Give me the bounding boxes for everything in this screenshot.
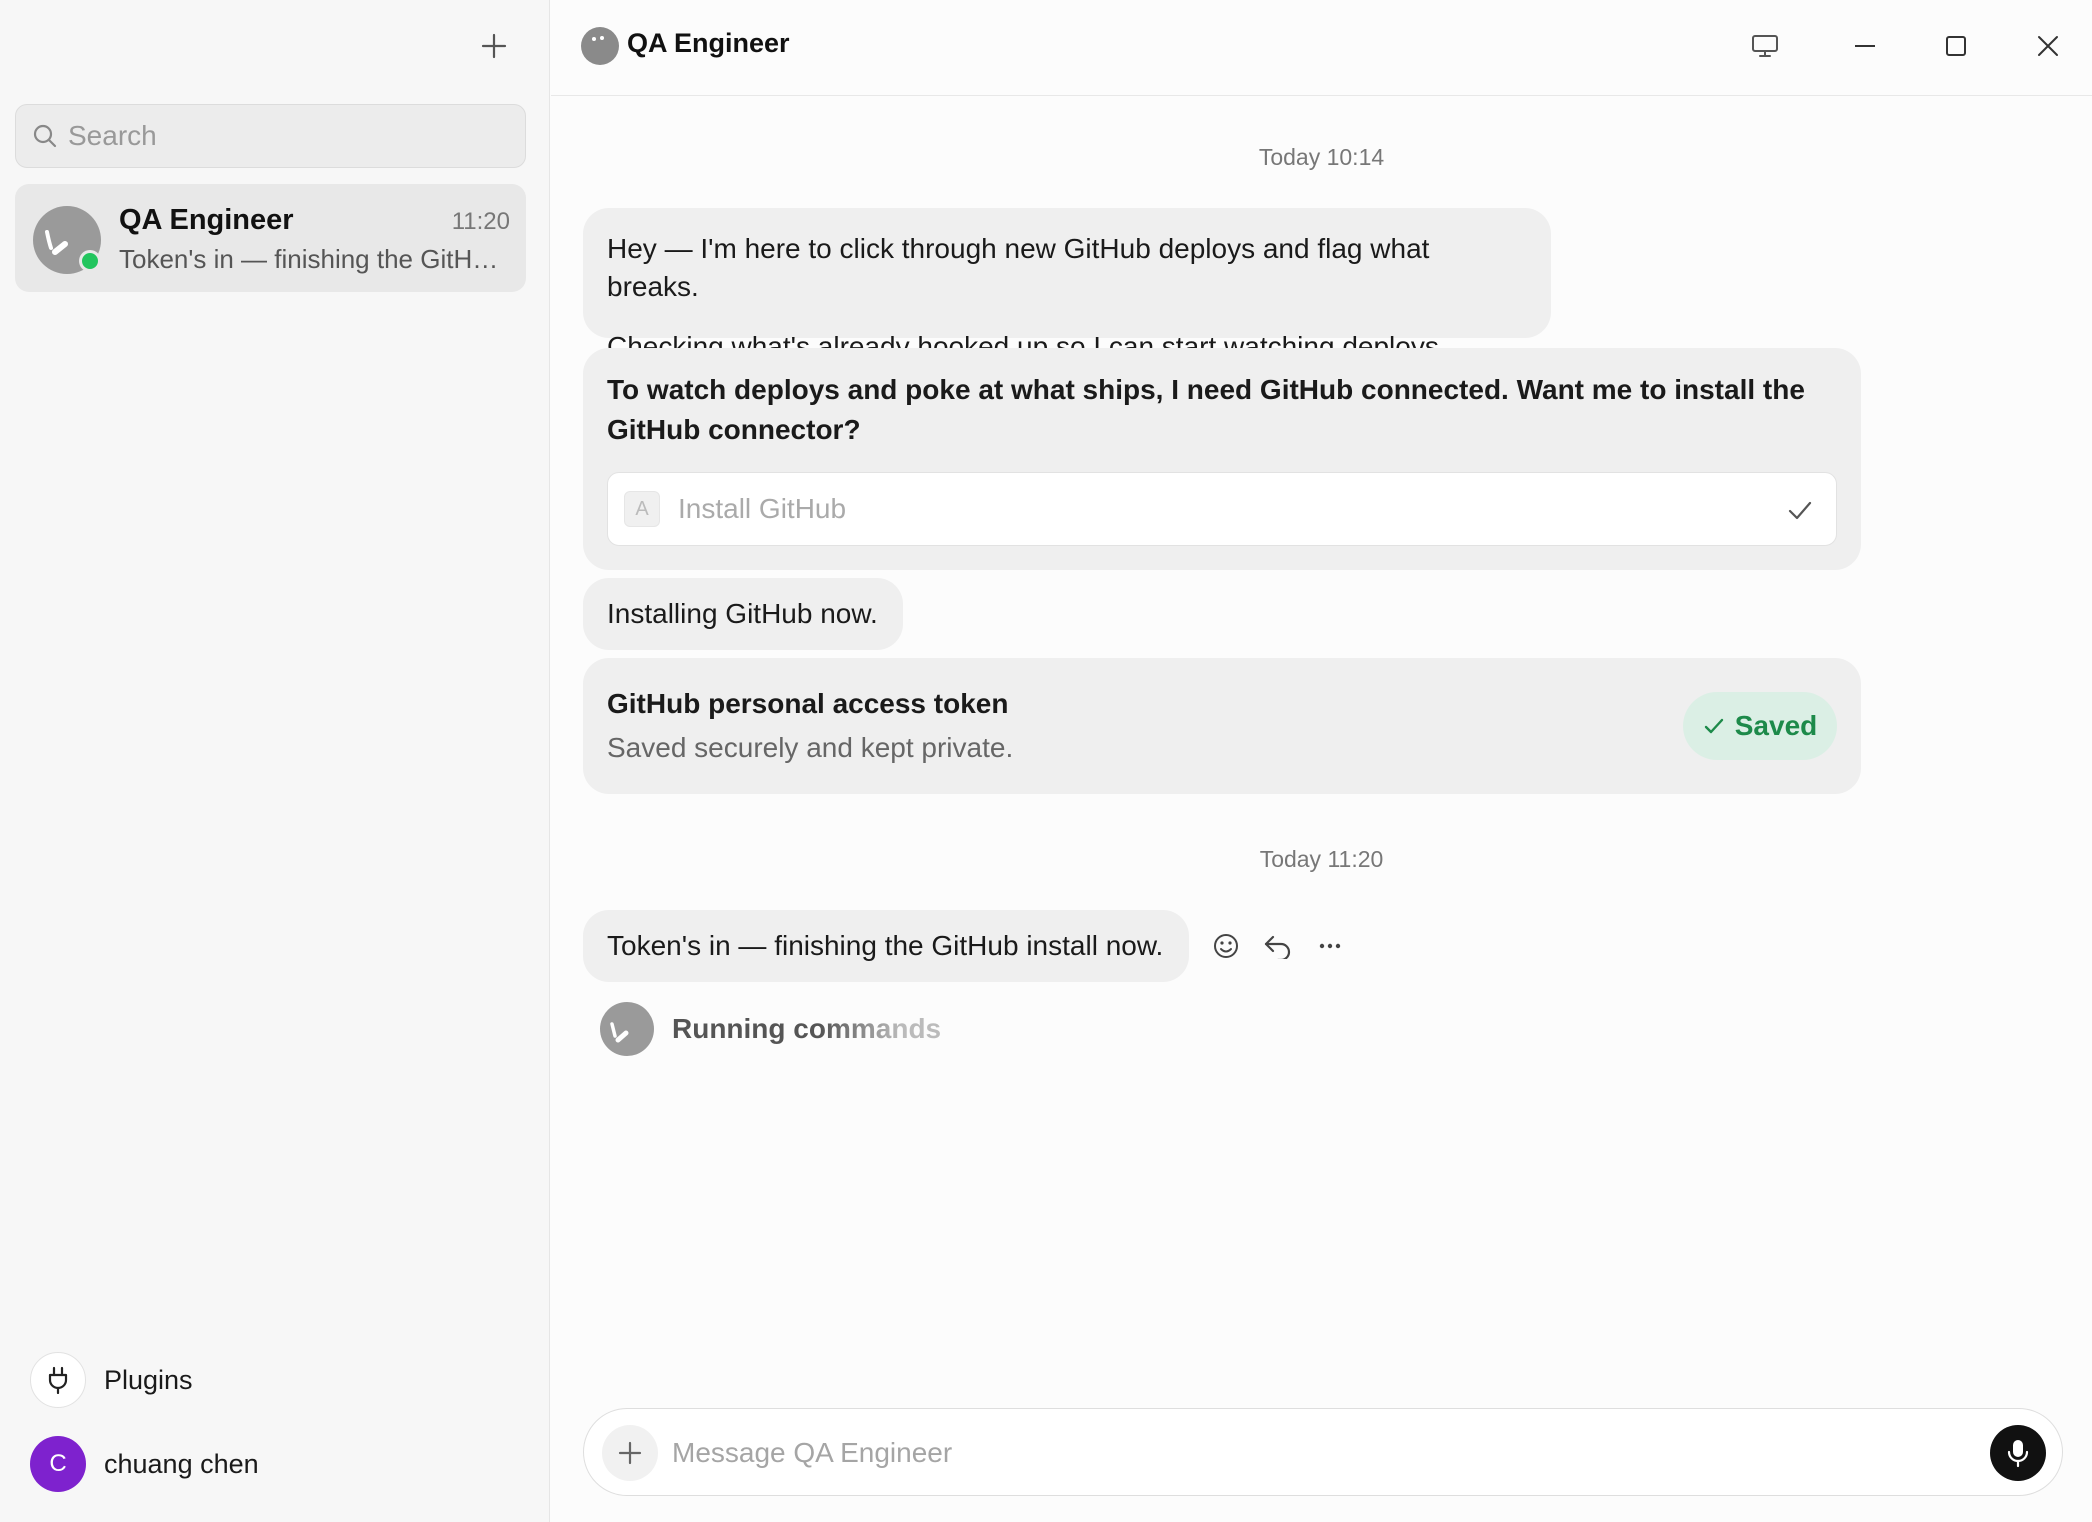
reply-button[interactable] [1260, 928, 1296, 964]
message-input[interactable] [672, 1431, 1932, 1475]
option-key: A [624, 491, 660, 527]
option-label: Install GitHub [678, 493, 847, 524]
agent-avatar [581, 27, 619, 65]
close-icon [2036, 34, 2060, 58]
saved-label: Saved [1734, 710, 1818, 741]
user-name: chuang chen [104, 1448, 259, 1479]
token-title: GitHub personal access token [607, 688, 1009, 719]
agent-message: Installing GitHub now. [583, 578, 903, 650]
more-button[interactable] [1312, 928, 1348, 964]
minimize-button[interactable] [1843, 24, 1887, 68]
message-text: Token's in — finishing the GitHub instal… [607, 930, 1164, 961]
reply-icon [1263, 933, 1293, 959]
token-card: GitHub personal access token Saved secur… [583, 658, 1861, 794]
timestamp: Today 11:20 [1259, 846, 1384, 872]
question-card: To watch deploys and poke at what ships,… [583, 348, 1861, 570]
close-button[interactable] [2026, 24, 2070, 68]
microphone-icon [2006, 1438, 2030, 1468]
attach-button[interactable] [602, 1425, 658, 1481]
token-subtitle: Saved securely and kept private. [607, 732, 1014, 763]
check-icon [1786, 496, 1814, 524]
monitor-button[interactable] [1743, 24, 1787, 68]
timestamp: Today 10:14 [1258, 144, 1385, 170]
more-icon [1317, 942, 1343, 950]
conversation-item[interactable]: QA Engineer 11:20 Token's in — finishing… [15, 184, 526, 292]
search-box[interactable] [15, 104, 526, 168]
plus-icon [481, 33, 507, 59]
running-label: Running commands [672, 1013, 942, 1044]
check-icon [1703, 715, 1735, 737]
agent-message: Hey — I'm here to click through new GitH… [583, 208, 1551, 362]
agent-avatar [600, 1002, 654, 1056]
user-avatar: C [30, 1436, 86, 1492]
running-status: Running commands [600, 1002, 941, 1056]
search-icon [32, 123, 58, 149]
plug-icon [30, 1352, 86, 1408]
plugins-label: Plugins [104, 1364, 193, 1395]
emoji-reaction-button[interactable] [1208, 928, 1244, 964]
maximize-icon [1944, 34, 1968, 58]
user-profile[interactable]: C chuang chen [30, 1436, 259, 1492]
conversation-preview: Token's in — finishing the GitHub instal… [119, 244, 511, 274]
message-text: Hey — I'm here to click through new GitH… [607, 233, 1430, 302]
plus-icon [617, 1440, 643, 1466]
emoji-icon [1212, 932, 1240, 960]
message-actions [1208, 928, 1364, 964]
conversation-time: 11:20 [451, 208, 510, 235]
message-text: Installing GitHub now. [607, 598, 878, 629]
message-composer [583, 1408, 2063, 1496]
saved-badge: Saved [1683, 692, 1837, 760]
voice-button[interactable] [1990, 1425, 2046, 1481]
new-chat-button[interactable] [474, 26, 514, 66]
chat-title: QA Engineer [627, 28, 790, 58]
chat-header: QA Engineer [551, 0, 2092, 96]
plugins-button[interactable]: Plugins [30, 1352, 193, 1408]
online-status-dot [79, 250, 101, 272]
search-input[interactable] [68, 120, 488, 152]
install-github-option[interactable]: A Install GitHub [607, 472, 1837, 546]
monitor-icon [1751, 33, 1779, 59]
maximize-button[interactable] [1934, 24, 1978, 68]
sidebar: QA Engineer 11:20 Token's in — finishing… [0, 0, 550, 1522]
conversation-name: QA Engineer [119, 204, 294, 236]
agent-message: Token's in — finishing the GitHub instal… [583, 910, 1189, 982]
minimize-icon [1853, 34, 1877, 58]
question-text: To watch deploys and poke at what ships,… [607, 374, 1805, 445]
